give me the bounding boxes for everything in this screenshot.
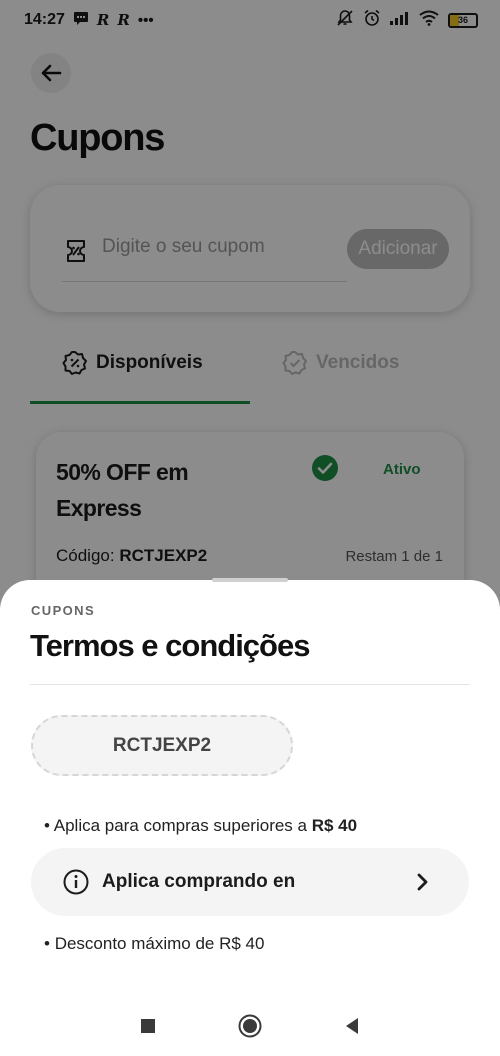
recents-button[interactable] [140,1018,156,1034]
max-discount-condition: • Desconto máximo de R$ 40 [44,934,264,954]
terms-bottom-sheet: CUPONS Termos e condições RCTJEXP2 • Apl… [0,578,500,1056]
apply-purchasing-in-row[interactable]: Aplica comprando en [31,848,469,916]
min-purchase-condition: • Aplica para compras superiores a R$ 40 [44,816,357,836]
home-button[interactable] [238,1014,262,1038]
chevron-right-icon [417,873,428,891]
home-circle-icon [238,1014,262,1038]
back-triangle-icon [346,1018,358,1034]
back-nav-button[interactable] [344,1017,360,1035]
recents-square-icon [141,1019,155,1033]
sheet-kicker: CUPONS [31,603,96,618]
min-purchase-text: Aplica para compras superiores a [53,816,312,835]
bullet-marker: • [44,816,54,835]
min-purchase-value: R$ 40 [311,816,358,835]
coupon-code-chip: RCTJEXP2 [31,715,293,776]
sheet-drag-handle[interactable] [212,578,288,582]
info-icon [63,869,89,895]
apply-row-label: Aplica comprando en [102,871,296,892]
max-discount-text: Desconto máximo de R$ 40 [54,934,265,953]
sheet-title: Termos e condições [30,628,310,663]
system-nav-bar [0,996,500,1056]
bullet-marker: • [44,934,55,953]
sheet-divider [30,684,470,685]
